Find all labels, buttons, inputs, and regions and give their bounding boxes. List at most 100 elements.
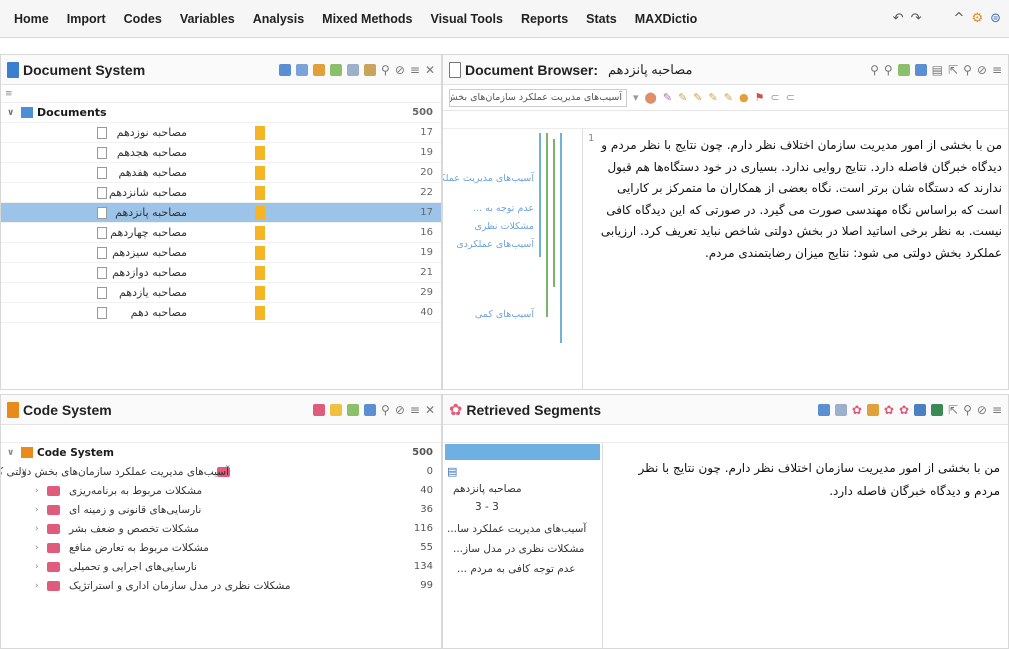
export-excel-icon[interactable] <box>914 403 927 416</box>
memo-icon[interactable] <box>255 185 265 200</box>
expand-icon[interactable]: › <box>35 486 39 496</box>
document-row[interactable]: مصاحبه یازدهم 29 <box>1 283 441 303</box>
expand-icon[interactable]: › <box>35 524 39 534</box>
emoticode-icon[interactable]: ✎ <box>663 91 672 104</box>
code-frequency-icon[interactable] <box>347 403 360 416</box>
code-row[interactable]: › مشکلات نظری در مدل سازمان اداری و استرا… <box>1 576 441 595</box>
memo-icon[interactable] <box>255 205 265 220</box>
memo-icon[interactable] <box>255 305 265 320</box>
maximize-icon[interactable]: ≡ <box>992 63 1002 77</box>
new-code-icon[interactable] <box>313 403 326 416</box>
pin-icon[interactable]: ⊘ <box>395 63 405 77</box>
import-icon[interactable] <box>313 63 326 76</box>
smart-publisher-icon[interactable] <box>931 403 944 416</box>
gear-icon[interactable]: ⚙ <box>971 11 983 26</box>
segment-code[interactable]: مشکلات نظری در مدل ساز... <box>453 543 584 555</box>
menu-visual-tools[interactable]: Visual Tools <box>421 12 511 26</box>
expand-icon[interactable]: › <box>35 505 39 515</box>
stripe-label[interactable]: آسیب‌های عملکردی <box>456 239 534 250</box>
highlight-icon[interactable]: ✎ <box>678 91 687 104</box>
document-row[interactable]: مصاحبه نوزدهم 17 <box>1 123 441 143</box>
document-row[interactable]: مصاحبه هجدهم 19 <box>1 143 441 163</box>
user-icon[interactable]: ⊜ <box>990 11 1001 26</box>
weight-icon[interactable]: ✿ <box>899 403 909 417</box>
emoticon-icon[interactable]: ✿ <box>884 403 894 417</box>
memo-icon[interactable] <box>255 125 265 140</box>
print-icon[interactable]: ▤ <box>932 63 943 77</box>
expand-icon[interactable]: ∨ <box>7 108 14 118</box>
deactivate-icon[interactable] <box>347 63 360 76</box>
zoom-icon[interactable]: ⚲ <box>870 63 879 77</box>
export-icon[interactable]: ⇱ <box>948 63 958 77</box>
maximize-icon[interactable]: ≡ <box>992 403 1002 417</box>
coded-icon[interactable] <box>866 403 879 416</box>
memo-icon[interactable] <box>255 285 265 300</box>
menu-mixed-methods[interactable]: Mixed Methods <box>313 12 421 26</box>
column-sort-icon[interactable]: ≡ <box>5 89 13 99</box>
activate-codes-icon[interactable] <box>364 403 377 416</box>
menu-home[interactable]: Home <box>0 12 58 26</box>
segment-code[interactable]: آسیب‌های مدیریت عملکرد سا... <box>447 523 586 535</box>
segment-document[interactable]: مصاحبه پانزدهم <box>453 483 522 495</box>
menu-stats[interactable]: Stats <box>577 12 626 26</box>
document-row[interactable]: مصاحبه چهاردهم 16 <box>1 223 441 243</box>
document-text[interactable]: من با بخشی از امور مدیریت سازمان اختلاف … <box>598 135 1002 264</box>
expand-icon[interactable]: › <box>35 562 39 572</box>
memo-icon[interactable] <box>255 225 265 240</box>
close-icon[interactable]: ✕ <box>425 63 435 77</box>
undo-icon[interactable]: ↶ <box>893 11 904 26</box>
memo-icon[interactable] <box>255 265 265 280</box>
zoom-out-icon[interactable]: ⚲ <box>884 63 893 77</box>
document-row[interactable]: مصاحبه دوازدهم 21 <box>1 263 441 283</box>
expand-icon[interactable]: ∨ <box>7 448 14 458</box>
sticky-icon[interactable]: ● <box>739 91 749 104</box>
memo-icon[interactable] <box>255 245 265 260</box>
menu-codes[interactable]: Codes <box>115 12 171 26</box>
memo-icon[interactable] <box>255 145 265 160</box>
edit-mode-icon[interactable] <box>897 63 910 76</box>
maximize-icon[interactable]: ≡ <box>410 403 420 417</box>
segment-text[interactable]: من با بخشی از امور مدیریت سازمان اختلاف … <box>611 457 1000 503</box>
highlight-green-icon[interactable]: ✎ <box>724 91 733 104</box>
table-view-icon[interactable] <box>834 403 847 416</box>
code-with-color-icon[interactable]: ⬤ <box>645 91 657 104</box>
new-group-icon[interactable] <box>296 63 309 76</box>
stripe-label[interactable]: عدم توجه به ... <box>473 203 534 214</box>
code-row[interactable]: › نارسایی‌های قانونی و زمینه ای 36 <box>1 500 441 519</box>
code-row[interactable]: › مشکلات مربوط به تعارض منافع 55 <box>1 538 441 557</box>
pin-icon[interactable]: ⊘ <box>977 403 987 417</box>
menu-variables[interactable]: Variables <box>171 12 244 26</box>
code-row[interactable]: › نارسایی‌های اجرایی و تحمیلی 134 <box>1 557 441 576</box>
export-icon[interactable]: ⇱ <box>948 403 958 417</box>
combo-dropdown-icon[interactable]: ▾ <box>633 91 639 104</box>
collapse-ribbon-icon[interactable]: ^ <box>954 11 965 26</box>
expand-icon[interactable]: › <box>35 581 39 591</box>
expand-icon[interactable]: › <box>35 543 39 553</box>
code-row[interactable]: › مشکلات تخصص و ضعف بشر 116 <box>1 519 441 538</box>
menu-maxdictio[interactable]: MAXDictio <box>626 12 707 26</box>
pin-icon[interactable]: ⊘ <box>395 403 405 417</box>
stripe-label[interactable]: آسیب‌های مدیریت عملکرد <box>443 173 534 184</box>
search-icon[interactable]: ⚲ <box>381 63 390 77</box>
search-icon[interactable]: ⚲ <box>963 403 972 417</box>
memo-icon[interactable] <box>255 165 265 180</box>
segment-code[interactable]: عدم توجه کافی به مردم ... <box>457 563 576 575</box>
documents-root[interactable]: ∨ Documents 500 <box>1 103 441 123</box>
new-document-icon[interactable] <box>279 63 292 76</box>
pin-icon[interactable]: ⊘ <box>977 63 987 77</box>
code-row[interactable]: › مشکلات مربوط به برنامه‌ریزی 40 <box>1 481 441 500</box>
document-row[interactable]: مصاحبه پانزدهم 17 <box>1 203 441 223</box>
document-row[interactable]: مصاحبه شانزدهم 22 <box>1 183 441 203</box>
list-view-icon[interactable] <box>817 403 830 416</box>
code-memo-icon[interactable] <box>330 403 343 416</box>
activate-icon[interactable] <box>330 63 343 76</box>
code-system-root[interactable]: ∨ Code System 500 <box>1 443 441 462</box>
pin-red-icon[interactable]: ⚑ <box>755 91 765 104</box>
document-row[interactable]: مصاحبه سیزدهم 19 <box>1 243 441 263</box>
search-icon[interactable]: ⚲ <box>381 403 390 417</box>
document-row[interactable]: مصاحبه هفدهم 20 <box>1 163 441 183</box>
segment-selection-bar[interactable] <box>445 444 600 460</box>
stripe-label[interactable]: مشکلات نظری <box>474 221 534 232</box>
link2-icon[interactable]: ⊂ <box>786 91 795 104</box>
code-row[interactable]: ∨ آسیب‌های مدیریت عملکرد سازمان‌های بخش د… <box>1 462 441 481</box>
